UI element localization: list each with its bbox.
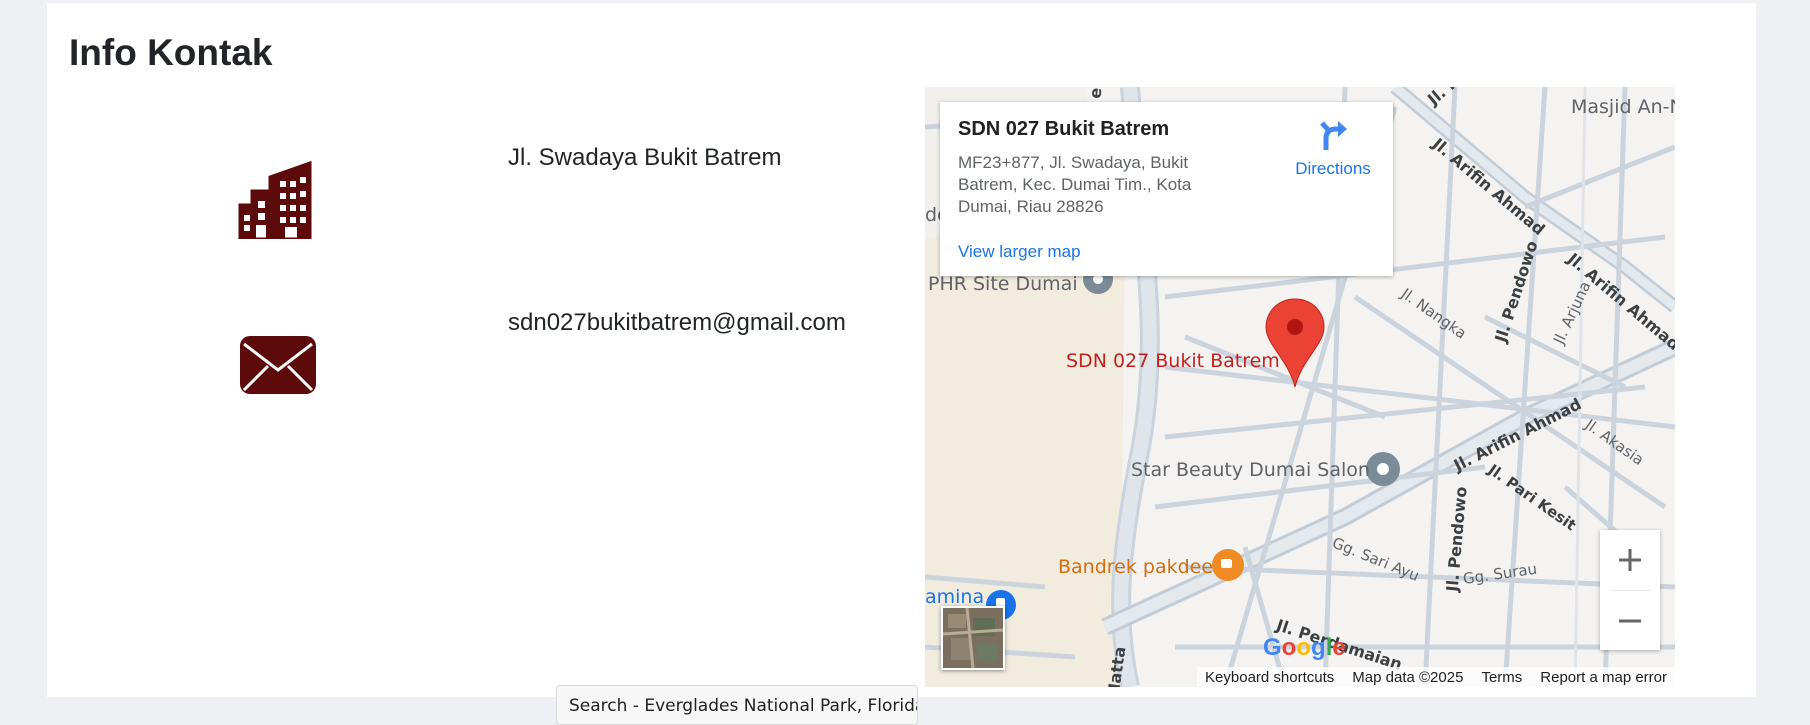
google-logo: Google xyxy=(1263,634,1346,661)
address-text: Jl. Swadaya Bukit Batrem xyxy=(508,144,782,171)
plus-icon xyxy=(1619,549,1641,571)
map-label-sdn: SDN 027 Bukit Batrem xyxy=(1066,350,1280,372)
map-label-star: Star Beauty Dumai Salon xyxy=(1131,459,1370,481)
building-icon xyxy=(238,160,314,244)
map-label-pertamina: amina xyxy=(925,586,985,608)
email-text: sdn027bukitbatrem@gmail.com xyxy=(508,309,846,336)
section-title: Info Kontak xyxy=(69,32,273,73)
directions-button[interactable]: Directions xyxy=(1283,120,1383,179)
map-label-bandrek: Bandrek pakdee xyxy=(1058,556,1214,578)
map-data-text: Map data ©2025 xyxy=(1352,668,1464,686)
satellite-thumbnail xyxy=(943,608,1003,668)
satellite-toggle[interactable] xyxy=(941,606,1005,670)
map-label-masjid: Masjid An-N xyxy=(1571,96,1675,118)
zoom-in-button[interactable] xyxy=(1600,530,1660,590)
embedded-map[interactable]: Masjid An-N de PHR Site Dumai SDN 027 Bu… xyxy=(925,87,1675,687)
directions-label: Directions xyxy=(1295,159,1371,178)
directions-icon xyxy=(1320,121,1347,150)
minus-icon xyxy=(1619,619,1641,623)
place-address: MF23+877, Jl. Swadaya, Bukit Batrem, Kec… xyxy=(958,153,1192,216)
terms-link[interactable]: Terms xyxy=(1481,669,1522,686)
zoom-controls xyxy=(1600,530,1660,650)
report-map-error-link[interactable]: Report a map error xyxy=(1540,669,1667,686)
search-tooltip: Search - Everglades National Park, Flori… xyxy=(556,685,918,725)
envelope-icon xyxy=(240,336,316,399)
street-top-e: e xyxy=(1085,87,1106,100)
keyboard-shortcuts-link[interactable]: Keyboard shortcuts xyxy=(1205,669,1334,686)
map-place-card: SDN 027 Bukit Batrem MF23+877, Jl. Swada… xyxy=(940,102,1393,276)
zoom-out-button[interactable] xyxy=(1600,591,1660,651)
map-label-phr: PHR Site Dumai xyxy=(928,273,1078,295)
view-larger-map-link[interactable]: View larger map xyxy=(958,242,1081,262)
map-footer: Keyboard shortcuts Map data ©2025 Terms … xyxy=(1197,667,1675,687)
place-name: SDN 027 Bukit Batrem xyxy=(958,118,1170,140)
